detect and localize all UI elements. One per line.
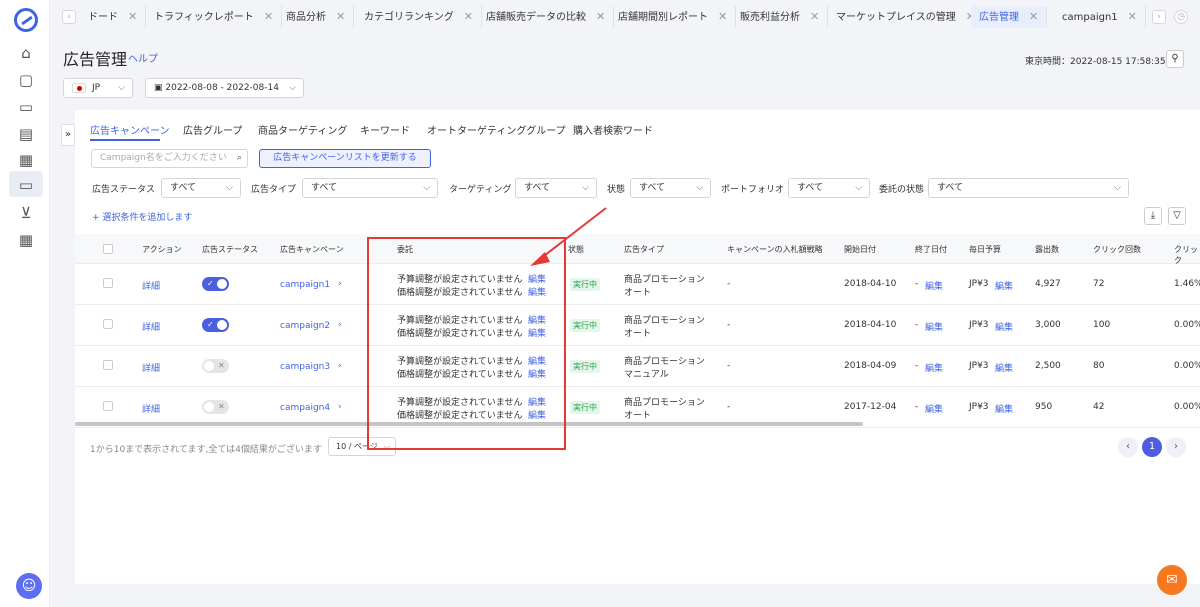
- annotation-arrow: [530, 207, 607, 266]
- chat-support-icon[interactable]: ✉: [1157, 565, 1187, 595]
